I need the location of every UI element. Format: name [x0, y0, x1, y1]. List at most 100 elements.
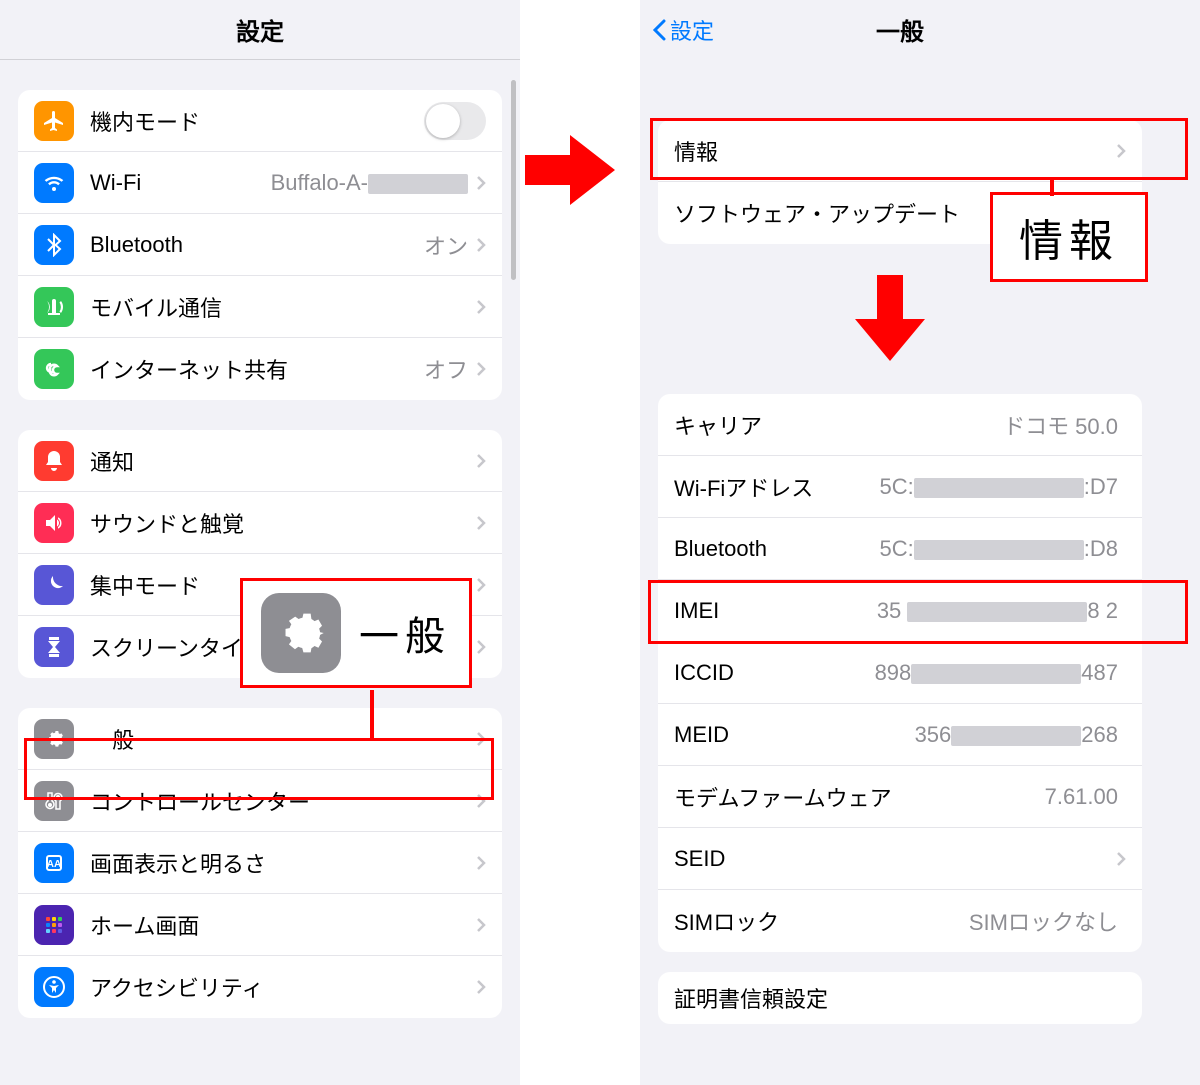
- general-label: 一般: [90, 723, 476, 755]
- chevron-right-icon: [476, 237, 486, 253]
- row-cert-trust[interactable]: 証明書信頼設定: [658, 972, 1142, 1024]
- row-wifi-address[interactable]: Wi-Fiアドレス 5C::D7: [658, 456, 1142, 518]
- row-display[interactable]: AA 画面表示と明るさ: [18, 832, 502, 894]
- carrier-label: キャリア: [674, 409, 1003, 441]
- row-cellular[interactable]: モバイル通信: [18, 276, 502, 338]
- meid-label: MEID: [674, 722, 915, 748]
- sim-lock-label: SIMロック: [674, 905, 969, 937]
- row-home-screen[interactable]: ホーム画面: [18, 894, 502, 956]
- row-general[interactable]: 一般: [18, 708, 502, 770]
- settings-header: 設定: [0, 0, 520, 60]
- back-label: 設定: [670, 14, 714, 46]
- callout-about-label: 情報: [1019, 205, 1119, 269]
- row-hotspot[interactable]: インターネット共有 オフ: [18, 338, 502, 400]
- row-sounds[interactable]: サウンドと触覚: [18, 492, 502, 554]
- chevron-right-icon: [476, 577, 486, 593]
- hotspot-value: オフ: [424, 353, 468, 385]
- connector-about: [1050, 180, 1054, 196]
- row-wifi[interactable]: Wi-Fi Buffalo-A-: [18, 152, 502, 214]
- chevron-right-icon: [476, 855, 486, 871]
- display-label: 画面表示と明るさ: [90, 847, 476, 879]
- chevron-right-icon: [476, 299, 486, 315]
- control-center-label: コントロールセンター: [90, 785, 476, 817]
- chevron-right-icon: [476, 979, 486, 995]
- callout-about: 情報: [990, 192, 1148, 282]
- chevron-right-icon: [476, 793, 486, 809]
- general-icon: [34, 719, 74, 759]
- row-control-center[interactable]: コントロールセンター: [18, 770, 502, 832]
- home-screen-label: ホーム画面: [90, 909, 476, 941]
- row-bluetooth[interactable]: Bluetooth オン: [18, 214, 502, 276]
- cert-trust-group: 証明書信頼設定: [658, 972, 1142, 1024]
- accessibility-label: アクセシビリティ: [90, 971, 476, 1003]
- chevron-right-icon: [476, 453, 486, 469]
- imei-value: 35 8 2: [877, 598, 1118, 624]
- chevron-right-icon: [476, 917, 486, 933]
- sounds-label: サウンドと触覚: [90, 507, 476, 539]
- modem-firmware-label: モデムファームウェア: [674, 781, 1045, 813]
- display-icon: AA: [34, 843, 74, 883]
- chevron-left-icon: [652, 19, 666, 41]
- hotspot-icon: [34, 349, 74, 389]
- row-seid[interactable]: SEID: [658, 828, 1142, 890]
- row-sim-lock[interactable]: SIMロック SIMロックなし: [658, 890, 1142, 952]
- focus-icon: [34, 565, 74, 605]
- callout-general: 一般: [240, 578, 472, 688]
- row-carrier[interactable]: キャリア ドコモ 50.0: [658, 394, 1142, 456]
- general-screen: 設定 一般 情報 ソフトウェア・アップデート キャリア ドコモ 50.0 Wi-…: [640, 0, 1160, 1085]
- wifi-value: Buffalo-A-: [271, 170, 468, 196]
- row-notifications[interactable]: 通知: [18, 430, 502, 492]
- bluetooth-address-value: 5C::D8: [880, 536, 1119, 562]
- row-bluetooth-address[interactable]: Bluetooth 5C::D8: [658, 518, 1142, 580]
- wifi-label: Wi-Fi: [90, 170, 271, 196]
- settings-title: 設定: [236, 12, 284, 47]
- chevron-right-icon: [476, 175, 486, 191]
- row-iccid[interactable]: ICCID 898487: [658, 642, 1142, 704]
- row-imei[interactable]: IMEI 35 8 2: [658, 580, 1142, 642]
- svg-text:AA: AA: [47, 859, 61, 870]
- row-accessibility[interactable]: アクセシビリティ: [18, 956, 502, 1018]
- callout-general-label: 一般: [359, 604, 451, 662]
- back-button[interactable]: 設定: [652, 14, 714, 46]
- arrow-down-icon: [855, 275, 925, 361]
- sim-lock-value: SIMロックなし: [969, 905, 1118, 937]
- general-title: 一般: [876, 12, 924, 47]
- cellular-label: モバイル通信: [90, 291, 476, 323]
- seid-label: SEID: [674, 846, 1116, 872]
- row-about[interactable]: 情報: [658, 120, 1142, 182]
- bluetooth-label: Bluetooth: [90, 232, 424, 258]
- meid-value: 356268: [915, 722, 1118, 748]
- accessibility-icon: [34, 967, 74, 1007]
- airplane-toggle[interactable]: [424, 102, 486, 140]
- connector-general: [370, 690, 374, 740]
- wifi-address-label: Wi-Fiアドレス: [674, 471, 880, 503]
- iccid-value: 898487: [875, 660, 1118, 686]
- modem-firmware-value: 7.61.00: [1045, 784, 1118, 810]
- scrollbar[interactable]: [511, 80, 516, 280]
- control-center-icon: [34, 781, 74, 821]
- home-screen-icon: [34, 905, 74, 945]
- chevron-right-icon: [476, 361, 486, 377]
- general-header: 設定 一般: [640, 0, 1160, 60]
- airplane-label: 機内モード: [90, 105, 424, 137]
- hotspot-label: インターネット共有: [90, 353, 424, 385]
- bluetooth-address-label: Bluetooth: [674, 536, 880, 562]
- chevron-right-icon: [476, 515, 486, 531]
- chevron-right-icon: [1116, 143, 1126, 159]
- settings-screen: 設定 機内モード Wi-Fi Buffalo-A- Bluetooth オン: [0, 0, 520, 1085]
- row-meid[interactable]: MEID 356268: [658, 704, 1142, 766]
- chevron-right-icon: [476, 731, 486, 747]
- wifi-icon: [34, 163, 74, 203]
- arrow-right-icon: [525, 130, 615, 210]
- chevron-right-icon: [1116, 851, 1126, 867]
- row-airplane-mode[interactable]: 機内モード: [18, 90, 502, 152]
- row-modem-firmware[interactable]: モデムファームウェア 7.61.00: [658, 766, 1142, 828]
- wifi-address-value: 5C::D7: [880, 474, 1119, 500]
- bluetooth-icon: [34, 225, 74, 265]
- chevron-right-icon: [476, 639, 486, 655]
- bluetooth-value: オン: [424, 229, 468, 261]
- iccid-label: ICCID: [674, 660, 875, 686]
- settings-group-network: 機内モード Wi-Fi Buffalo-A- Bluetooth オン モバイル…: [18, 90, 502, 400]
- about-label: 情報: [674, 135, 1116, 167]
- screen-time-icon: [34, 627, 74, 667]
